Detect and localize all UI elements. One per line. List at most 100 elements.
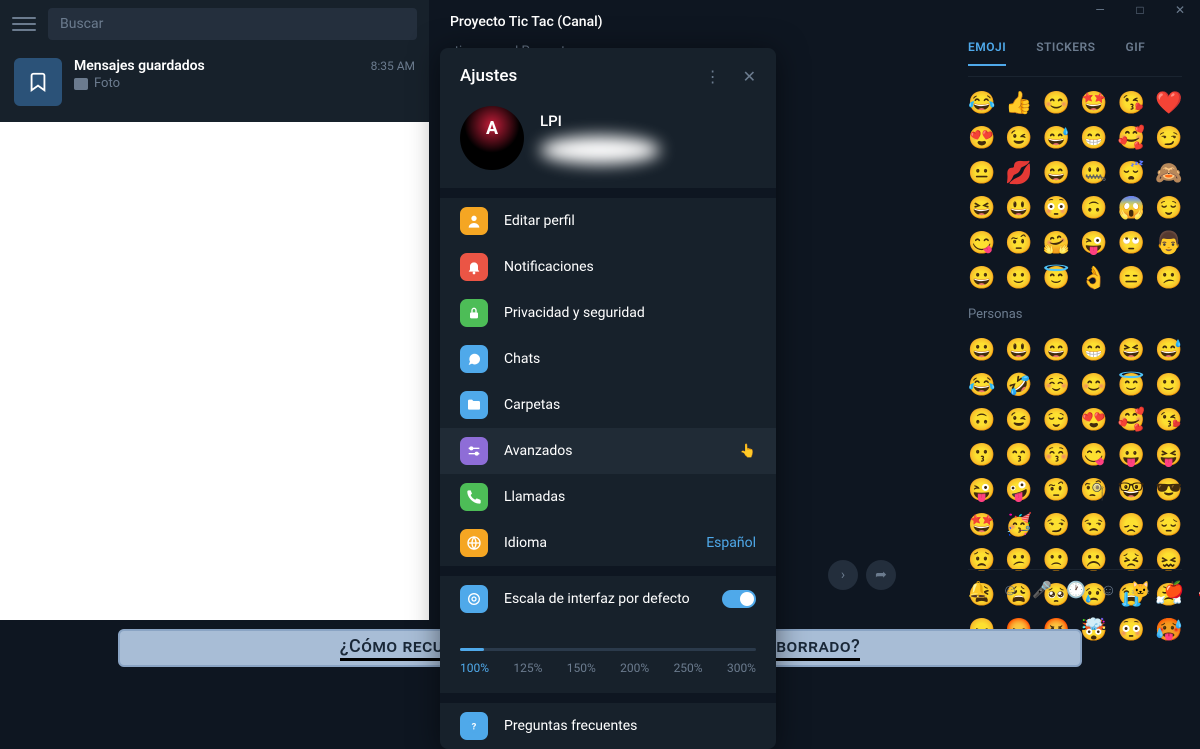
emoji[interactable]: 😝: [1155, 443, 1182, 468]
share-icon[interactable]: ➦: [866, 560, 896, 590]
emoji[interactable]: 😀: [968, 338, 995, 363]
emoji[interactable]: 👍: [1005, 91, 1032, 116]
emoji[interactable]: 🤓: [1118, 478, 1145, 503]
emoji[interactable]: 😳: [1118, 618, 1145, 643]
settings-language[interactable]: Idioma Español: [440, 520, 776, 566]
window-close[interactable]: ✕: [1160, 0, 1200, 20]
emoji[interactable]: 🙈: [1155, 161, 1182, 186]
emoji[interactable]: 😅: [1155, 338, 1182, 363]
emoji[interactable]: 😊: [1043, 91, 1070, 116]
scale-label[interactable]: 250%: [674, 661, 703, 675]
emoji[interactable]: 😉: [1005, 408, 1032, 433]
settings-chats[interactable]: Chats: [440, 336, 776, 382]
profile-avatar[interactable]: [460, 106, 524, 170]
emoji[interactable]: 😘: [1155, 408, 1182, 433]
smiley-icon[interactable]: ☺: [1002, 580, 1018, 600]
tab-stickers[interactable]: STICKERS: [1036, 40, 1095, 66]
emoji[interactable]: 🥰: [1118, 126, 1145, 151]
emoji[interactable]: 😂: [968, 373, 995, 398]
emoji[interactable]: 👨: [1155, 231, 1182, 256]
emoji[interactable]: 😑: [1118, 266, 1145, 291]
emoji[interactable]: 😆: [1118, 338, 1145, 363]
search-input[interactable]: Buscar: [48, 8, 417, 40]
scale-label[interactable]: 300%: [727, 661, 756, 675]
emoji[interactable]: 😂: [968, 91, 995, 116]
emoji[interactable]: 😌: [1155, 196, 1182, 221]
emoji[interactable]: 😇: [1043, 266, 1070, 291]
settings-notifications[interactable]: Notificaciones: [440, 244, 776, 290]
emoji[interactable]: 😱: [1118, 196, 1145, 221]
emoji[interactable]: 🤐: [1080, 161, 1107, 186]
emoji[interactable]: 🙄: [1118, 231, 1145, 256]
scale-label[interactable]: 100%: [460, 661, 489, 675]
emoji[interactable]: 🧐: [1080, 478, 1107, 503]
settings-advanced[interactable]: Avanzados 👆: [440, 428, 776, 474]
emoji[interactable]: 🤯: [1080, 618, 1107, 643]
emoji[interactable]: 🥵: [1155, 618, 1182, 643]
emoji[interactable]: ☺️: [1043, 373, 1070, 398]
settings-privacy[interactable]: Privacidad y seguridad: [440, 290, 776, 336]
tab-gif[interactable]: GIF: [1126, 40, 1146, 66]
emoji[interactable]: 😗: [968, 443, 995, 468]
more-icon[interactable]: ⋮: [705, 67, 721, 86]
emoji[interactable]: 😛: [1118, 443, 1145, 468]
scale-slider[interactable]: [460, 648, 756, 651]
emoji[interactable]: 😏: [1043, 513, 1070, 538]
emoji[interactable]: ❤️: [1155, 91, 1182, 116]
settings-folders[interactable]: Carpetas: [440, 382, 776, 428]
emoji[interactable]: 😍: [1080, 408, 1107, 433]
scale-label[interactable]: 200%: [620, 661, 649, 675]
emoji[interactable]: 😚: [1043, 443, 1070, 468]
emoji[interactable]: 🥳: [1005, 513, 1032, 538]
emoji[interactable]: 😔: [1155, 513, 1182, 538]
emoji[interactable]: 🤨: [1005, 231, 1032, 256]
emoji[interactable]: 😍: [968, 126, 995, 151]
emoji[interactable]: 👌: [1080, 266, 1107, 291]
emoji[interactable]: 😋: [968, 231, 995, 256]
scale-label[interactable]: 125%: [513, 661, 542, 675]
emoji[interactable]: 😁: [1080, 338, 1107, 363]
emoji[interactable]: 🙂: [1005, 266, 1032, 291]
emoji[interactable]: 😉: [1005, 126, 1032, 151]
emoji[interactable]: 😁: [1080, 126, 1107, 151]
emoji[interactable]: 🥰: [1118, 408, 1145, 433]
mute-icon[interactable]: 🔔: [968, 580, 988, 600]
emoji[interactable]: 🤨: [1043, 478, 1070, 503]
food-category-icon[interactable]: 🍎: [1164, 580, 1184, 600]
emoji[interactable]: 😀: [968, 266, 995, 291]
emoji[interactable]: 🤣: [1005, 373, 1032, 398]
emoji[interactable]: 😄: [1043, 338, 1070, 363]
scroll-down-icon[interactable]: ›: [828, 560, 858, 590]
emoji[interactable]: 😕: [1155, 266, 1182, 291]
emoji[interactable]: 😐: [968, 161, 995, 186]
emoji[interactable]: 😎: [1155, 478, 1182, 503]
emoji[interactable]: 😜: [968, 478, 995, 503]
emoji[interactable]: 🤗: [1043, 231, 1070, 256]
scale-toggle[interactable]: [722, 590, 756, 608]
menu-icon[interactable]: [12, 12, 36, 36]
chat-list-item[interactable]: Mensajes guardados 8:35 AM Foto: [0, 48, 429, 116]
face-category-icon[interactable]: ☺: [1100, 580, 1116, 600]
emoji[interactable]: 😙: [1005, 443, 1032, 468]
emoji[interactable]: 😋: [1080, 443, 1107, 468]
settings-calls[interactable]: Llamadas: [440, 474, 776, 520]
mic-icon[interactable]: 🎤: [1032, 580, 1052, 600]
emoji[interactable]: 💋: [1005, 161, 1032, 186]
emoji[interactable]: 🙂: [1155, 373, 1182, 398]
tab-emoji[interactable]: EMOJI: [968, 40, 1006, 66]
emoji[interactable]: 😃: [1005, 196, 1032, 221]
emoji[interactable]: 😏: [1155, 126, 1182, 151]
close-icon[interactable]: ✕: [743, 67, 756, 86]
settings-faq[interactable]: ? Preguntas frecuentes: [440, 703, 776, 749]
emoji[interactable]: 🤪: [1005, 478, 1032, 503]
emoji[interactable]: 😆: [968, 196, 995, 221]
emoji[interactable]: 😞: [1118, 513, 1145, 538]
emoji[interactable]: 😳: [1043, 196, 1070, 221]
emoji[interactable]: 😅: [1043, 126, 1070, 151]
emoji[interactable]: 🤩: [968, 513, 995, 538]
window-maximize[interactable]: □: [1120, 0, 1160, 20]
emoji[interactable]: 😇: [1118, 373, 1145, 398]
emoji[interactable]: 😜: [1080, 231, 1107, 256]
recent-icon[interactable]: 🕐: [1066, 580, 1086, 600]
settings-scale[interactable]: Escala de interfaz por defecto: [440, 576, 776, 622]
